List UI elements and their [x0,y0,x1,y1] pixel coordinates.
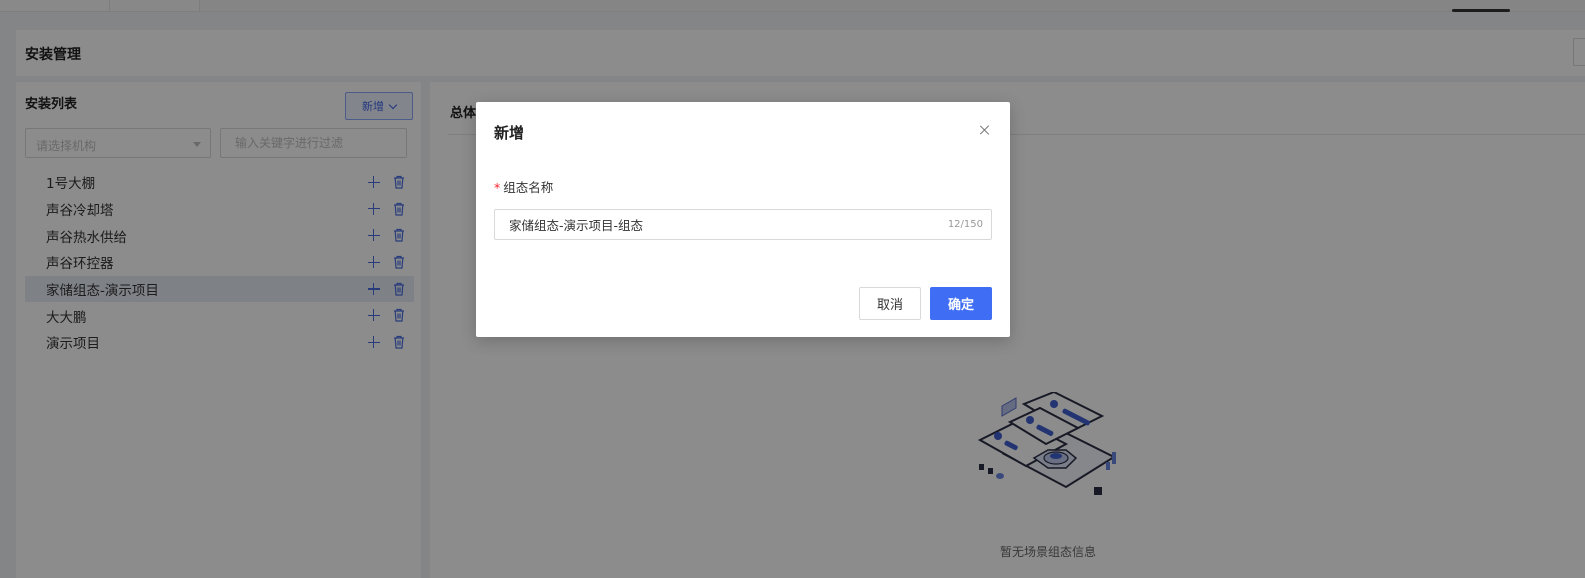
field-label-text: 组态名称 [503,180,554,195]
dialog-title: 新增 [494,124,525,142]
char-counter: 12/150 [947,219,983,230]
confirm-button[interactable]: 确定 [930,287,992,320]
close-icon[interactable] [979,124,991,136]
required-mark: * [494,180,501,195]
config-name-input[interactable] [495,210,935,239]
field-label: * 组态名称 [494,177,553,196]
add-config-dialog: 新增 *组态名称 12/150 取消 确定 [476,102,1010,337]
config-name-field: 12/150 [494,209,992,240]
cancel-button[interactable]: 取消 [859,287,921,320]
